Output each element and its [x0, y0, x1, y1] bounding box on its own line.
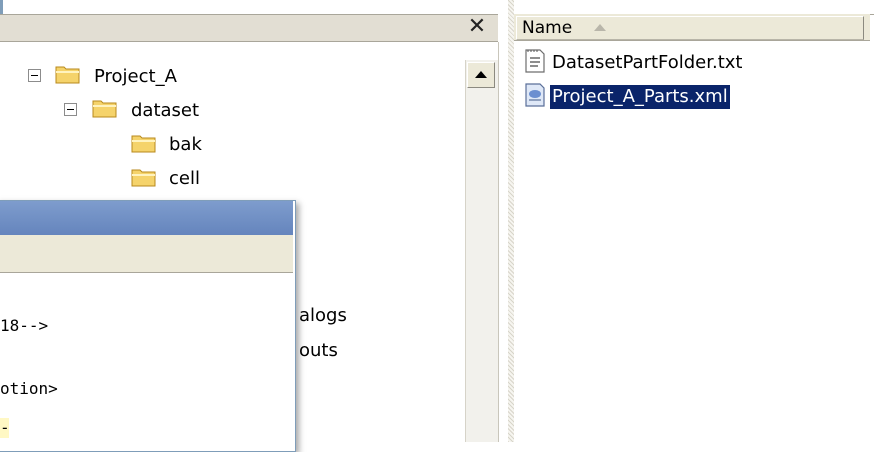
folder-icon [131, 169, 156, 187]
folders-pane-header [0, 14, 498, 42]
file-item-datasetpartfolder[interactable]: DatasetPartFolder.txt [550, 51, 745, 75]
column-header-label: Name [522, 18, 573, 38]
tree-item-project-a[interactable]: Project_A [94, 66, 177, 88]
text-file-icon [525, 49, 545, 73]
code-line: otion> [0, 379, 58, 398]
tree-item-partial[interactable]: outs [299, 340, 338, 362]
list-top-strip [508, 0, 874, 15]
sort-ascending-icon [594, 24, 606, 31]
scroll-up-button[interactable] [467, 62, 495, 88]
tree-vertical-scrollbar[interactable] [465, 60, 498, 442]
tree-item-partial[interactable]: alogs [299, 305, 347, 327]
dialog-toolbar [0, 235, 293, 273]
dialog-titlebar[interactable] [0, 201, 293, 235]
tree-item-cell[interactable]: cell [169, 168, 200, 190]
tree-item-bak[interactable]: bak [169, 134, 202, 156]
code-line: - [0, 418, 10, 437]
code-line: 18--> [0, 316, 49, 335]
close-icon[interactable]: ✕ [466, 16, 488, 38]
folder-open-icon [92, 100, 117, 118]
collapse-toggle-icon[interactable] [28, 69, 41, 82]
tree-item-dataset[interactable]: dataset [131, 100, 199, 122]
xml-file-icon [525, 83, 545, 107]
folder-icon [131, 135, 156, 153]
file-item-project-a-parts[interactable]: Project_A_Parts.xml [550, 85, 730, 109]
collapse-toggle-icon[interactable] [64, 103, 77, 116]
folder-open-icon [55, 66, 80, 84]
pane-splitter[interactable] [508, 0, 514, 442]
